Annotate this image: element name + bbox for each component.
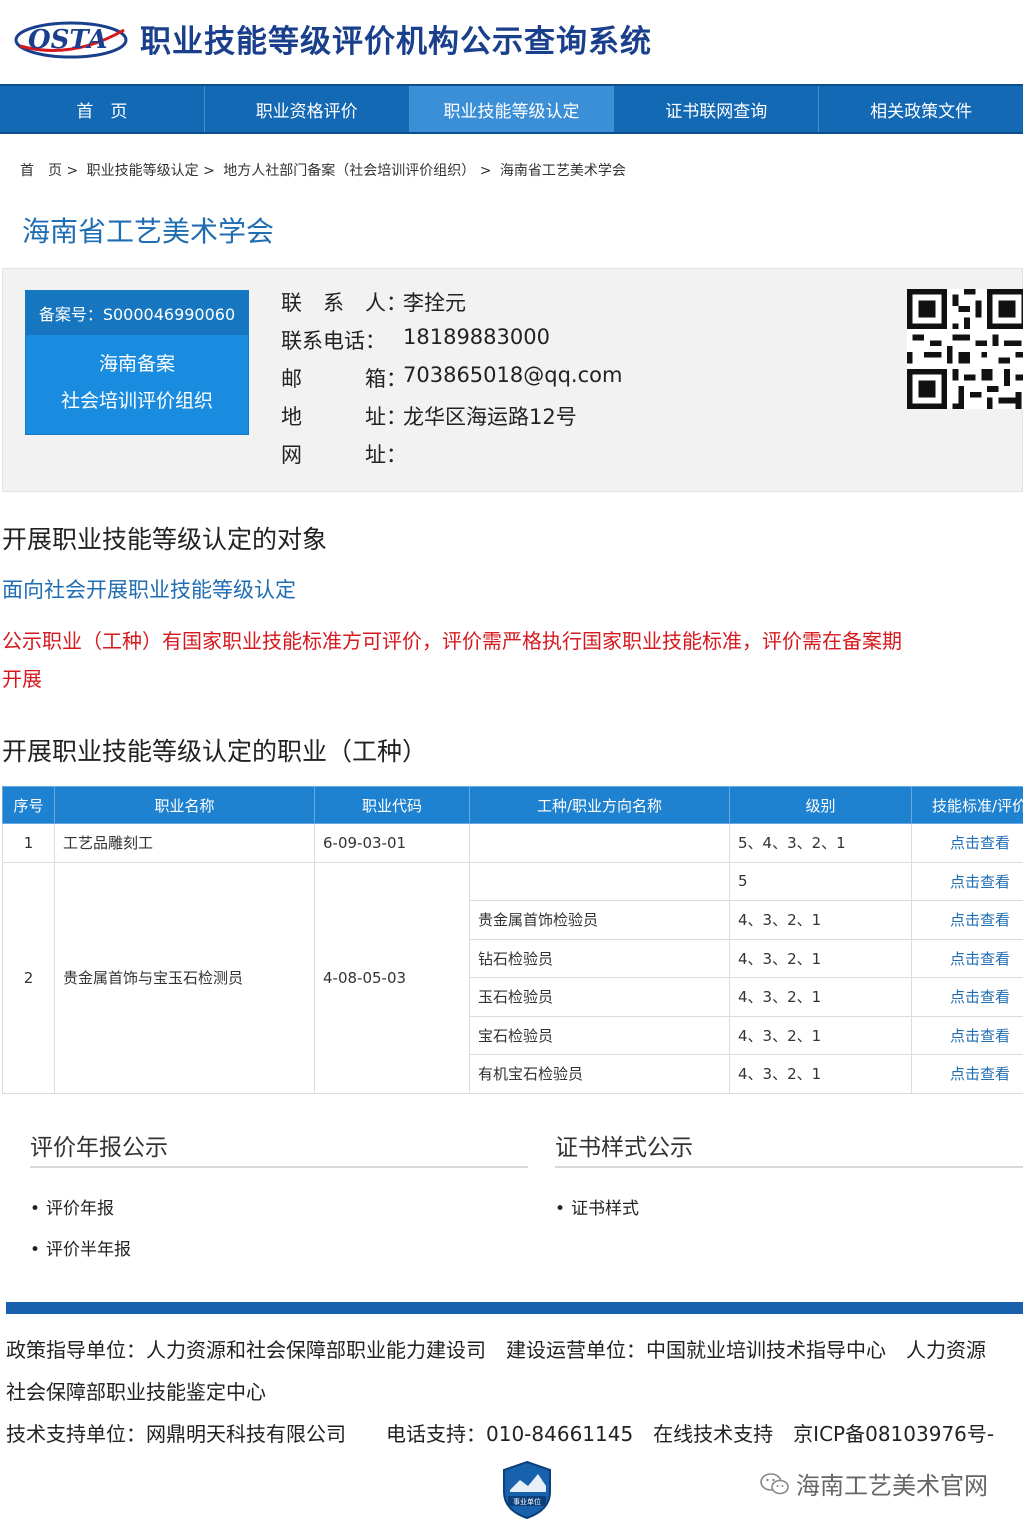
contact-email-label: 邮 箱： <box>281 367 407 391</box>
record-badge: 备案号：S000046990060 海南备案 社会培训评价组织 <box>25 290 249 435</box>
view-standard-link[interactable]: 点击查看 <box>911 861 1023 901</box>
cell-name: 工艺品雕刻工 <box>54 823 315 863</box>
contact-phone-label: 联系电话： <box>281 329 386 353</box>
col-header-subtype: 工种/职业方向名称 <box>469 786 730 824</box>
badge-line-1: 海南备案 <box>98 353 175 375</box>
contact-phone-value: 18189883000 <box>403 325 550 349</box>
breadcrumb: 首 页 > 职业技能等级认定 > 地方人社部门备案（社会培训评价组织） > 海南… <box>20 160 626 180</box>
footer-line-1: 政策指导单位：人力资源和社会保障部职业能力建设司 建设运营单位：中国就业培训技术… <box>6 1338 986 1362</box>
occupations-heading: 开展职业技能等级认定的职业（工种） <box>2 737 428 766</box>
cell-no: 2 <box>2 861 55 1094</box>
annual-report-title: 评价年报公示 <box>30 1135 168 1161</box>
breadcrumb-home[interactable]: 首 页 <box>20 163 62 179</box>
qr-code-icon <box>907 289 1023 409</box>
view-standard-link[interactable]: 点击查看 <box>911 977 1023 1017</box>
contact-address-value: 龙华区海运路12号 <box>403 405 577 429</box>
table-header-row: 序号 职业名称 职业代码 工种/职业方向名称 级别 技能标准/评价规 <box>2 786 1023 824</box>
wechat-icon <box>760 1472 789 1494</box>
col-header-level: 级别 <box>729 786 912 824</box>
view-standard-link[interactable]: 点击查看 <box>911 938 1023 978</box>
cell-subtype: 钻石检验员 <box>469 938 730 978</box>
col-header-code: 职业代码 <box>314 786 470 824</box>
occupations-table: 序号 职业名称 职业代码 工种/职业方向名称 级别 技能标准/评价规 1 工艺品… <box>2 786 1023 1094</box>
nav-item-certificate-query[interactable]: 证书联网查询 <box>614 86 820 132</box>
org-title: 海南省工艺美术学会 <box>22 215 275 248</box>
public-institution-emblem-icon[interactable]: 事业单位 <box>500 1460 554 1520</box>
cell-subtype: 宝石检验员 <box>469 1015 730 1055</box>
view-standard-link[interactable]: 点击查看 <box>911 900 1023 940</box>
record-number: 备案号：S000046990060 <box>26 291 248 335</box>
main-nav: 首 页 职业资格评价 职业技能等级认定 证书联网查询 相关政策文件 <box>0 84 1023 134</box>
breadcrumb-local-record[interactable]: 地方人社部门备案（社会培训评价组织） <box>223 163 475 179</box>
cell-level: 4、3、2、1 <box>729 900 912 940</box>
contact-email-row: 邮 箱： 703865018@qq.com <box>281 363 622 401</box>
emblem-text: 事业单位 <box>513 1497 541 1506</box>
footer-line-2: 社会保障部职业技能鉴定中心 <box>6 1380 266 1404</box>
cell-subtype <box>469 823 730 863</box>
contact-person-label: 联 系 人： <box>281 291 407 315</box>
logo-text: OSTA <box>28 25 108 55</box>
view-standard-link[interactable]: 点击查看 <box>911 823 1023 863</box>
view-standard-link[interactable]: 点击查看 <box>911 1054 1023 1094</box>
targets-subheading: 面向社会开展职业技能等级认定 <box>2 578 296 602</box>
table-row: 2 贵金属首饰与宝玉石检测员 4-08-05-03 5 点击查看 <box>2 861 1023 1094</box>
table-row: 1 工艺品雕刻工 6-09-03-01 5、4、3、2、1 点击查看 <box>2 823 1023 863</box>
site-title: 职业技能等级评价机构公示查询系统 <box>140 24 652 60</box>
cell-no: 1 <box>2 823 55 863</box>
breadcrumb-separator: > <box>203 163 215 179</box>
col-header-standard: 技能标准/评价规 <box>911 786 1023 824</box>
cell-subtype <box>469 861 730 901</box>
contact-person-row: 联 系 人： 李拴元 <box>281 287 622 325</box>
annual-report-divider <box>30 1166 528 1168</box>
cell-level: 4、3、2、1 <box>729 938 912 978</box>
nav-item-skill-level[interactable]: 职业技能等级认定 <box>409 86 615 132</box>
certificate-style-title: 证书样式公示 <box>555 1135 693 1161</box>
half-year-report-link[interactable]: 评价半年报 <box>30 1235 131 1260</box>
contact-website-label: 网 址： <box>281 443 407 467</box>
cell-level: 4、3、2、1 <box>729 977 912 1017</box>
contact-address-row: 地 址： 龙华区海运路12号 <box>281 401 622 439</box>
cell-level: 4、3、2、1 <box>729 1015 912 1055</box>
cell-level: 4、3、2、1 <box>729 1054 912 1094</box>
cell-code: 6-09-03-01 <box>314 823 470 863</box>
cell-subtype: 有机宝石检验员 <box>469 1054 730 1094</box>
footer-bar <box>6 1302 1023 1314</box>
footer-line-3: 技术支持单位：网鼎明天科技有限公司 电话支持：010-84661145 在线技术… <box>6 1422 995 1446</box>
cell-name: 贵金属首饰与宝玉石检测员 <box>54 861 315 1094</box>
contact-phone-row: 联系电话： 18189883000 <box>281 325 622 363</box>
contact-address-label: 地 址： <box>281 405 407 429</box>
breadcrumb-separator: > <box>66 163 79 179</box>
certificate-style-link[interactable]: 证书样式 <box>555 1194 639 1219</box>
breadcrumb-current: 海南省工艺美术学会 <box>499 163 626 179</box>
cell-subtype: 玉石检验员 <box>469 977 730 1017</box>
breadcrumb-separator: > <box>479 163 492 179</box>
notice-line-1: 公示职业（工种）有国家职业技能标准方可评价，评价需严格执行国家职业技能标准，评价… <box>2 629 902 653</box>
evaluation-notice: 公示职业（工种）有国家职业技能标准方可评价，评价需严格执行国家职业技能标准，评价… <box>2 622 1023 698</box>
cell-code: 4-08-05-03 <box>314 861 470 1094</box>
view-standard-link[interactable]: 点击查看 <box>911 1015 1023 1055</box>
nav-item-policy-files[interactable]: 相关政策文件 <box>819 86 1023 132</box>
badge-line-2: 社会培训评价组织 <box>60 390 213 412</box>
contact-website-row: 网 址： <box>281 439 622 477</box>
nav-item-home[interactable]: 首 页 <box>0 86 205 132</box>
col-header-name: 职业名称 <box>54 786 315 824</box>
org-info-panel: 备案号：S000046990060 海南备案 社会培训评价组织 联 系 人： 李… <box>2 268 1023 492</box>
osta-logo[interactable]: OSTA <box>12 16 130 62</box>
breadcrumb-skill-level[interactable]: 职业技能等级认定 <box>87 163 199 179</box>
certificate-style-divider <box>555 1166 1023 1168</box>
annual-report-link[interactable]: 评价年报 <box>30 1194 114 1219</box>
contact-info: 联 系 人： 李拴元 联系电话： 18189883000 邮 箱： 703865… <box>281 287 622 477</box>
cell-level: 5 <box>729 861 912 901</box>
targets-heading: 开展职业技能等级认定的对象 <box>2 525 328 554</box>
cell-level: 5、4、3、2、1 <box>729 823 912 863</box>
contact-person-value: 李拴元 <box>403 291 466 315</box>
col-header-no: 序号 <box>2 786 55 824</box>
contact-email-value: 703865018@qq.com <box>403 363 623 387</box>
site-header: OSTA 职业技能等级评价机构公示查询系统 <box>0 0 1023 84</box>
nav-item-qualification[interactable]: 职业资格评价 <box>205 86 410 132</box>
notice-line-2: 开展 <box>2 667 42 691</box>
wechat-watermark: 海南工艺美术官网 <box>760 1466 988 1501</box>
cell-subtype: 贵金属首饰检验员 <box>469 900 730 940</box>
watermark-text: 海南工艺美术官网 <box>796 1472 988 1500</box>
